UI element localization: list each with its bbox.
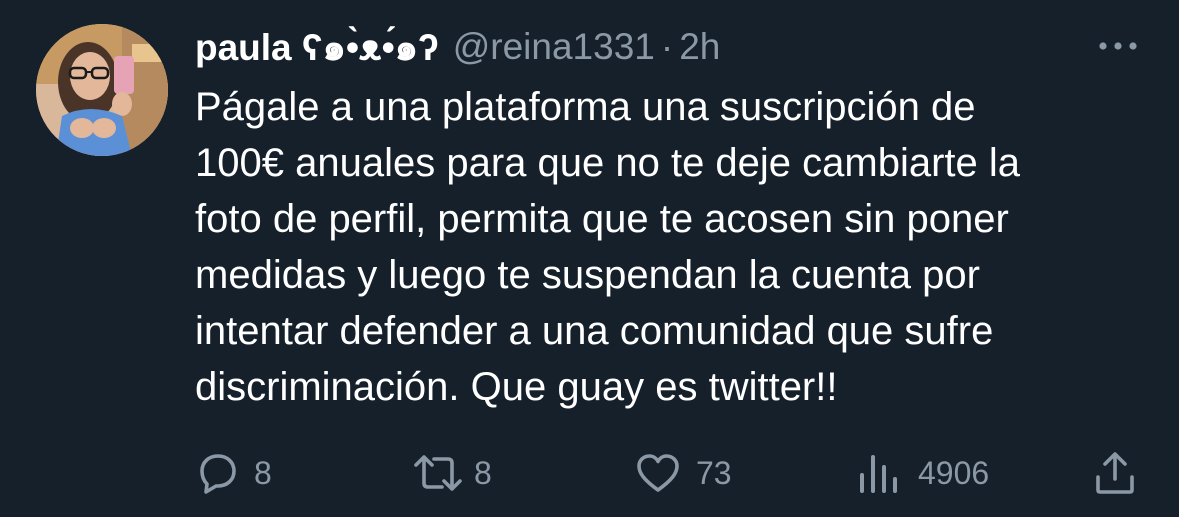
avatar[interactable] (36, 24, 168, 156)
reply-icon (192, 449, 240, 497)
like-button[interactable]: 73 (634, 448, 732, 498)
reply-count: 8 (254, 454, 272, 491)
tweet-card[interactable]: paula ʕ๑•̀ᴥ•́๑ʔ @reina1331 · 2h Págale a… (0, 0, 1179, 517)
separator-dot: · (660, 26, 674, 67)
views-count: 4906 (918, 454, 990, 491)
heart-icon (634, 449, 682, 497)
retweet-count: 8 (474, 454, 492, 491)
analytics-icon (856, 449, 904, 497)
share-button[interactable] (1091, 448, 1139, 498)
tweet-actions: 8 8 73 4906 (0, 440, 1179, 504)
reply-button[interactable]: 8 (192, 448, 272, 498)
retweet-icon (410, 449, 466, 497)
retweet-button[interactable]: 8 (410, 448, 492, 498)
share-icon (1091, 449, 1139, 497)
like-count: 73 (696, 454, 732, 491)
display-name[interactable]: paula ʕ๑•̀ᴥ•́๑ʔ (195, 18, 439, 77)
tweet-text: Págale a una plataforma una suscripción … (195, 85, 1021, 409)
tweet-header: paula ʕ๑•̀ᴥ•́๑ʔ @reina1331 · 2h (195, 22, 720, 72)
timestamp[interactable]: 2h (679, 26, 720, 68)
views-button[interactable]: 4906 (856, 448, 989, 498)
more-horizontal-icon[interactable] (1095, 36, 1141, 56)
user-handle[interactable]: @reina1331 (453, 26, 655, 68)
